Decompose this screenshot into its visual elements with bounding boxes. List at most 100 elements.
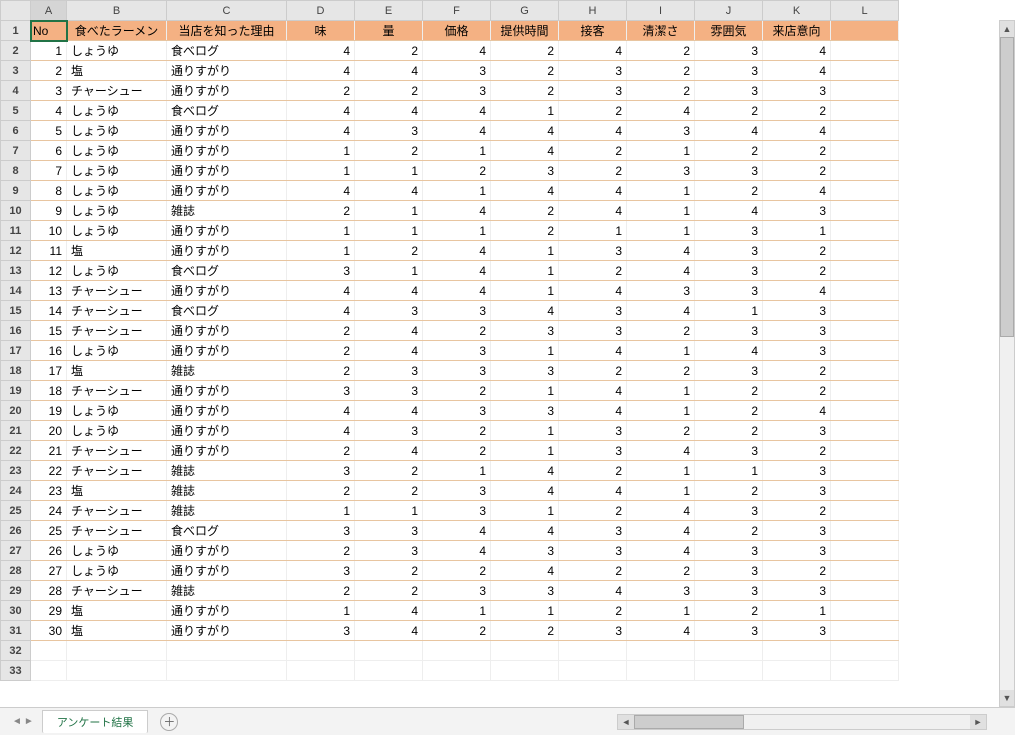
cell[interactable]: 2	[559, 361, 627, 381]
cell[interactable]	[423, 661, 491, 681]
cell[interactable]: 2	[763, 501, 831, 521]
cell[interactable]: 1	[627, 381, 695, 401]
cell[interactable]: 3	[695, 261, 763, 281]
row-header[interactable]: 23	[1, 461, 31, 481]
row-header[interactable]: 26	[1, 521, 31, 541]
cell[interactable]: 3	[695, 501, 763, 521]
cell[interactable]	[31, 661, 67, 681]
cell[interactable]: 塩	[67, 601, 167, 621]
cell[interactable]: 26	[31, 541, 67, 561]
cell[interactable]: チャーシュー	[67, 521, 167, 541]
cell[interactable]	[67, 661, 167, 681]
cell[interactable]: 通りすがり	[167, 621, 287, 641]
cell[interactable]: 4	[763, 401, 831, 421]
cell[interactable]: 4	[287, 121, 355, 141]
cell[interactable]: 4	[491, 481, 559, 501]
cell[interactable]: チャーシュー	[67, 441, 167, 461]
cell[interactable]: 21	[31, 441, 67, 461]
cell[interactable]: 2	[559, 601, 627, 621]
cell[interactable]: 4	[287, 181, 355, 201]
cell[interactable]: チャーシュー	[67, 501, 167, 521]
cell[interactable]: 2	[423, 421, 491, 441]
cell[interactable]: 1	[287, 221, 355, 241]
tab-nav-prev-icon[interactable]: ◄	[12, 716, 22, 727]
cell[interactable]	[831, 181, 899, 201]
cell[interactable]: 4	[627, 441, 695, 461]
scroll-down-button[interactable]: ▼	[1000, 690, 1014, 706]
cell[interactable]: 4	[627, 261, 695, 281]
cell[interactable]: 1	[423, 601, 491, 621]
cell[interactable]: 4	[287, 401, 355, 421]
header-cell[interactable]: 食べたラーメン	[67, 21, 167, 41]
cell[interactable]	[831, 541, 899, 561]
cell[interactable]: しょうゆ	[67, 161, 167, 181]
cell[interactable]: 1	[355, 221, 423, 241]
cell[interactable]	[831, 241, 899, 261]
header-cell[interactable]: 接客	[559, 21, 627, 41]
cell[interactable]: 3	[287, 461, 355, 481]
row-header[interactable]: 27	[1, 541, 31, 561]
cell[interactable]: 3	[695, 281, 763, 301]
cell[interactable]: 25	[31, 521, 67, 541]
cell[interactable]: 2	[559, 561, 627, 581]
add-sheet-button[interactable]: ＋	[160, 713, 178, 731]
cell[interactable]: 2	[627, 421, 695, 441]
cell[interactable]: 1	[287, 241, 355, 261]
cell[interactable]: 1	[491, 101, 559, 121]
cell[interactable]: 3	[355, 421, 423, 441]
cell[interactable]: 2	[763, 241, 831, 261]
cell[interactable]: 3	[695, 61, 763, 81]
row-header[interactable]: 32	[1, 641, 31, 661]
col-header-D[interactable]: D	[287, 1, 355, 21]
cell[interactable]: 3	[695, 441, 763, 461]
cell[interactable]: 3	[763, 621, 831, 641]
cell[interactable]: しょうゆ	[67, 121, 167, 141]
row-header[interactable]: 21	[1, 421, 31, 441]
cell[interactable]: 2	[491, 61, 559, 81]
cell[interactable]	[831, 221, 899, 241]
cell[interactable]: 2	[423, 561, 491, 581]
cell[interactable]: 3	[627, 161, 695, 181]
sheet-tab-active[interactable]: アンケート結果	[42, 710, 149, 733]
cell[interactable]: 3	[763, 321, 831, 341]
cell[interactable]: チャーシュー	[67, 81, 167, 101]
cell[interactable]: しょうゆ	[67, 101, 167, 121]
cell[interactable]: 3	[559, 61, 627, 81]
cell[interactable]: 4	[763, 181, 831, 201]
cell[interactable]: 4	[287, 41, 355, 61]
cell[interactable]: 1	[627, 481, 695, 501]
cell[interactable]: 2	[559, 161, 627, 181]
cell[interactable]: 12	[31, 261, 67, 281]
cell[interactable]: 1	[31, 41, 67, 61]
row-header[interactable]: 15	[1, 301, 31, 321]
cell[interactable]: 4	[423, 241, 491, 261]
cell[interactable]: 1	[627, 181, 695, 201]
header-cell[interactable]: 味	[287, 21, 355, 41]
cell[interactable]: 4	[423, 101, 491, 121]
header-cell[interactable]: 価格	[423, 21, 491, 41]
col-header-B[interactable]: B	[67, 1, 167, 21]
cell[interactable]: 通りすがり	[167, 221, 287, 241]
cell[interactable]: 3	[763, 81, 831, 101]
cell[interactable]: 3	[423, 401, 491, 421]
cell[interactable]: 2	[627, 361, 695, 381]
cell[interactable]: 食べログ	[167, 41, 287, 61]
cell[interactable]: 3	[423, 581, 491, 601]
cell[interactable]: 2	[287, 361, 355, 381]
cell[interactable]: 3	[763, 521, 831, 541]
cell[interactable]	[627, 641, 695, 661]
cell[interactable]: 14	[31, 301, 67, 321]
cell[interactable]: 2	[627, 61, 695, 81]
cell[interactable]: 3	[287, 621, 355, 641]
cell[interactable]: 4	[355, 601, 423, 621]
cell[interactable]: 通りすがり	[167, 161, 287, 181]
cell[interactable]: 1	[491, 261, 559, 281]
cell[interactable]	[831, 501, 899, 521]
cell[interactable]: 1	[287, 501, 355, 521]
cell[interactable]: 13	[31, 281, 67, 301]
cell[interactable]: 4	[423, 281, 491, 301]
cell[interactable]: 2	[763, 141, 831, 161]
cell[interactable]: 3	[763, 581, 831, 601]
hscroll-thumb[interactable]	[634, 715, 744, 729]
cell[interactable]: 4	[627, 101, 695, 121]
